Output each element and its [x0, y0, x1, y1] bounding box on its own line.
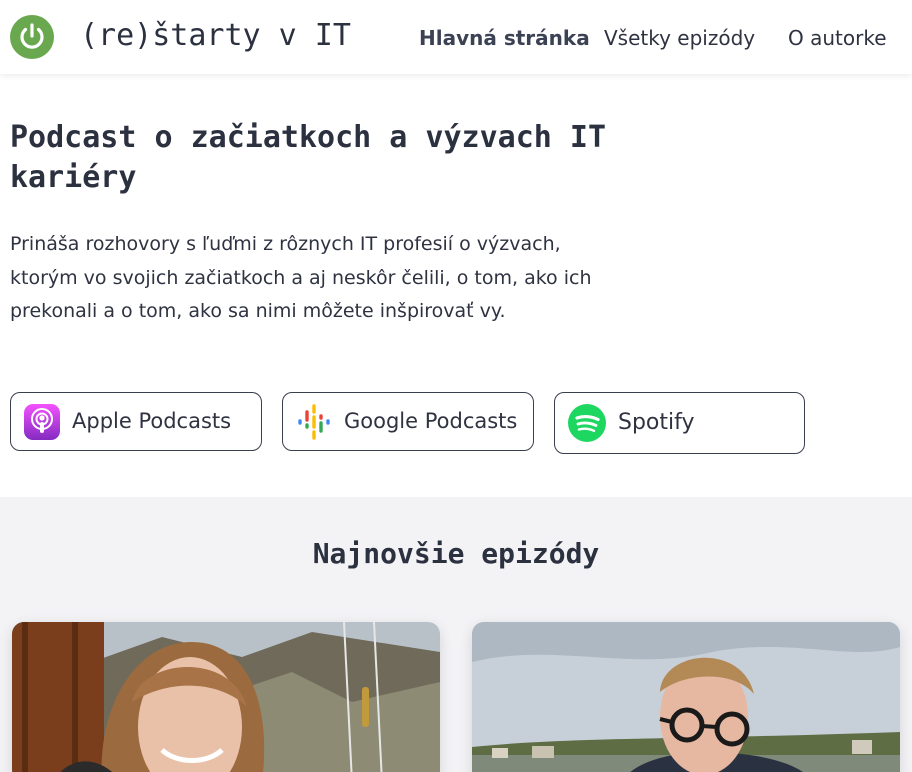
episode-image	[12, 622, 440, 772]
site-header: (re)štarty v IT Hlavná stránka Všetky ep…	[0, 0, 912, 74]
site-brand[interactable]: (re)štarty v IT	[80, 18, 351, 53]
power-icon[interactable]	[10, 15, 54, 59]
google-podcasts-label: Google Podcasts	[344, 409, 518, 433]
latest-episodes-title: Najnovšie epizódy	[312, 537, 600, 570]
spotify-icon	[568, 404, 606, 442]
episode-card[interactable]	[472, 622, 900, 772]
apple-podcasts-label: Apple Podcasts	[72, 409, 232, 433]
episode-image	[472, 622, 900, 772]
google-podcasts-icon	[295, 403, 333, 441]
apple-podcasts-button[interactable]: Apple Podcasts	[10, 392, 262, 451]
nav-home[interactable]: Hlavná stránka	[419, 26, 590, 50]
nav-all-episodes[interactable]: Všetky epizódy	[604, 26, 755, 50]
spotify-label: Spotify	[618, 410, 695, 435]
nav-about-author[interactable]: O autorke	[788, 26, 887, 50]
apple-podcasts-icon	[23, 403, 61, 441]
google-podcasts-button[interactable]: Google Podcasts	[282, 392, 534, 451]
hero-description: Prináša rozhovory s ľuďmi z rôznych IT p…	[10, 233, 592, 322]
page-title: Podcast o začiatkoch a výzvach IT kariér…	[10, 120, 607, 195]
spotify-button[interactable]: Spotify	[554, 392, 805, 454]
episode-card[interactable]	[12, 622, 440, 772]
latest-episodes-section: Najnovšie epizódy	[0, 497, 912, 772]
